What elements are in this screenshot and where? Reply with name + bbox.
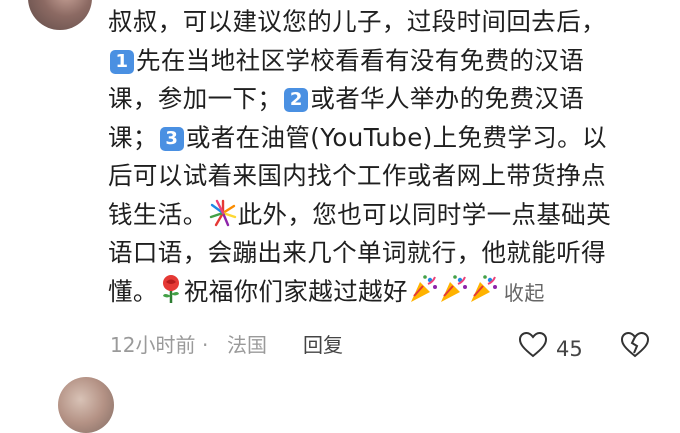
party-popper-icon [438, 274, 468, 316]
comment-meta: 12小时前 · 法国 回复 45 [110, 330, 650, 361]
comment-line: 懂。 祝福你们家越过越好 收起 [108, 273, 648, 312]
fireworks-icon [208, 199, 238, 239]
comment-line: 课，参加一下； 2 或者华人举办的免费汉语 [108, 84, 585, 113]
like-count: 45 [556, 336, 583, 361]
rose-icon [158, 274, 184, 316]
comment-line: 课； 3 或者在油管(YouTube)上免费学习。以 [108, 122, 607, 152]
collapse-link[interactable]: 收起 [504, 281, 545, 305]
heart-outline-icon [518, 331, 548, 366]
broken-heart-icon [620, 331, 650, 363]
reply-button[interactable]: 回复 [303, 330, 343, 360]
comment-line: 1 先在当地社区学校看看有没有免费的汉语 [108, 42, 648, 81]
party-popper-icon [408, 274, 438, 316]
separator-dot: · [202, 333, 209, 357]
comment-text: 叔叔，可以建议您的儿子，过段时间回去后， 1 先在当地社区学校看看有没有免费的汉语… [108, 3, 648, 311]
timestamp: 12小时前 [110, 333, 196, 357]
comment-line: 语口语，会蹦出来几个单词就行，他就能听得 [108, 238, 606, 267]
avatar[interactable] [58, 377, 114, 433]
avatar[interactable] [28, 0, 92, 30]
number-two-badge-icon: 2 [284, 88, 309, 112]
number-three-badge-icon: 3 [159, 126, 184, 151]
comment-line: 后可以试着来国内找个工作或者网上带货挣点 [108, 161, 606, 190]
comment-line: 钱生活。 此外，您也可以同时学一点基础英 [108, 196, 648, 235]
location-label: 法国 [227, 333, 267, 357]
party-popper-icon [468, 274, 498, 316]
dislike-button[interactable] [620, 331, 650, 366]
number-one-badge-icon: 1 [110, 49, 134, 74]
like-button[interactable]: 45 [518, 331, 583, 366]
comment-line: 叔叔，可以建议您的儿子，过段时间回去后， [108, 7, 606, 36]
